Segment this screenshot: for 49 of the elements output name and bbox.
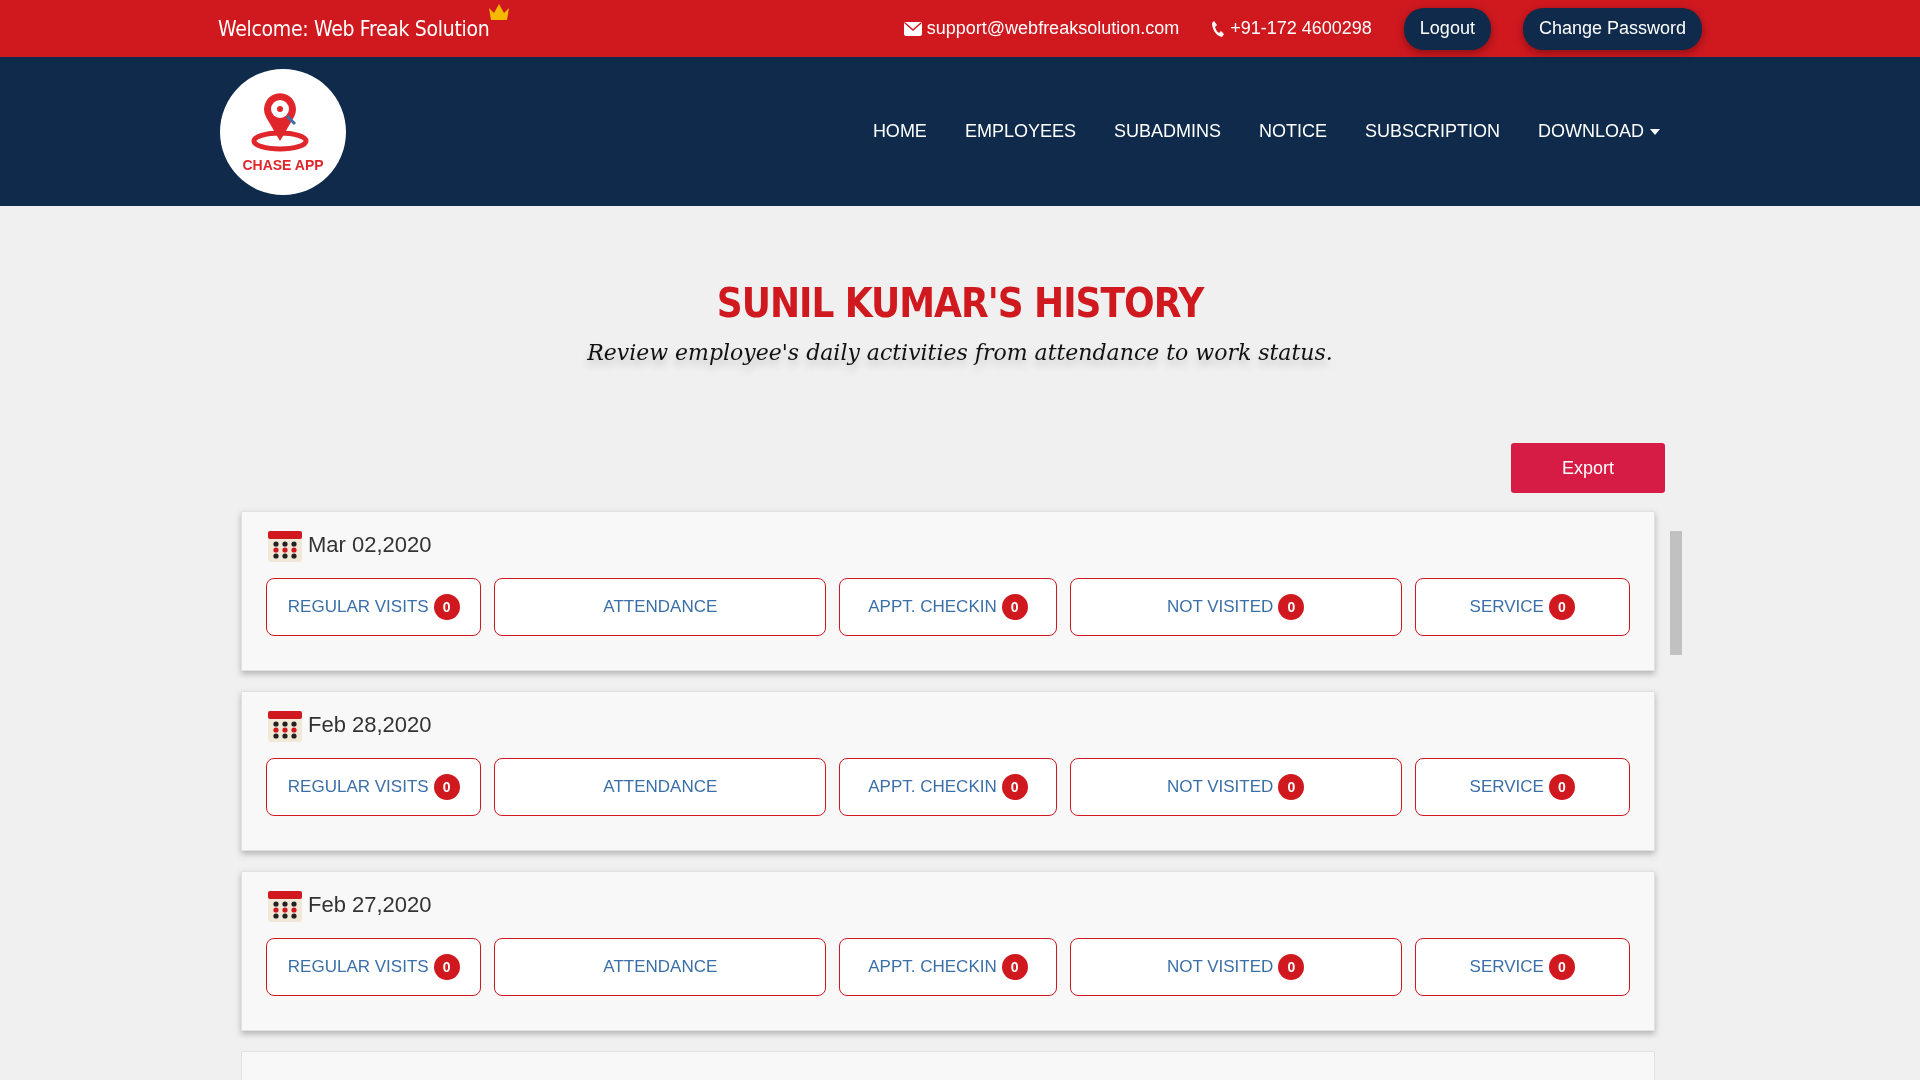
nav-link[interactable]: DOWNLOAD [1538,121,1660,142]
activity-button[interactable]: ATTENDANCE [494,578,827,636]
page-subtitle: Review employee's daily activities from attendance to work status. [587,340,1333,365]
activity-button[interactable]: SERVICE 0 [1414,578,1630,636]
count-badge: 0 [1001,594,1028,620]
count-badge: 0 [1548,774,1575,800]
count-badge: 0 [1001,954,1028,980]
nav-link[interactable]: NOTICE [1258,121,1327,142]
activity-button[interactable]: APPT. CHECKIN 0 [839,758,1057,816]
activity-button[interactable]: REGULAR VISITS 0 [266,578,482,636]
count-badge: 0 [1001,774,1028,800]
activity-button[interactable]: APPT. CHECKIN 0 [839,578,1057,636]
nav-link[interactable]: HOME [872,121,927,142]
activity-button[interactable]: APPT. CHECKIN 0 [839,938,1057,996]
date-text: Mar 02,2020 [308,532,432,558]
phone-link[interactable]: +91-172 4600298 [1211,18,1372,39]
count-badge: 0 [1278,954,1305,980]
email-link[interactable]: support@webfreaksolution.com [903,18,1180,39]
phone-icon [1211,19,1226,38]
scrollbar-thumb[interactable] [1670,531,1682,655]
count-badge: 0 [1548,954,1575,980]
activity-button[interactable]: ATTENDANCE [494,938,827,996]
count-badge: 0 [1278,774,1305,800]
activity-button[interactable]: NOT VISITED 0 [1069,938,1402,996]
date-text: Feb 27,2020 [308,892,432,918]
change-password-button[interactable]: Change Password [1522,7,1702,50]
logo-text: CHASE APP [242,156,324,173]
nav-link[interactable]: SUBADMINS [1113,121,1221,142]
activity-button[interactable]: NOT VISITED 0 [1069,758,1402,816]
activity-button[interactable]: ATTENDANCE [494,758,827,816]
count-badge: 0 [433,954,460,980]
welcome-text: Welcome: Web Freak Solution [218,16,490,41]
count-badge: 0 [1278,594,1305,620]
count-badge: 0 [433,774,460,800]
export-button[interactable]: Export [1511,443,1665,493]
activity-button[interactable]: SERVICE 0 [1414,758,1630,816]
envelope-icon [903,21,922,36]
count-badge: 0 [1548,594,1575,620]
date-text: Feb 28,2020 [308,712,432,738]
activity-button[interactable]: NOT VISITED 0 [1069,578,1402,636]
activity-button[interactable]: SERVICE 0 [1414,938,1630,996]
logo[interactable]: CHASE APP [220,68,346,195]
logout-button[interactable]: Logout [1403,7,1491,50]
nav-link[interactable]: EMPLOYEES [964,121,1076,142]
count-badge: 0 [433,594,460,620]
activity-button[interactable]: REGULAR VISITS 0 [266,758,482,816]
nav-link[interactable]: SUBSCRIPTION [1364,121,1500,142]
page-title: SUNIL KUMAR'S HISTORY [716,280,1204,326]
activity-button[interactable]: REGULAR VISITS 0 [266,938,482,996]
